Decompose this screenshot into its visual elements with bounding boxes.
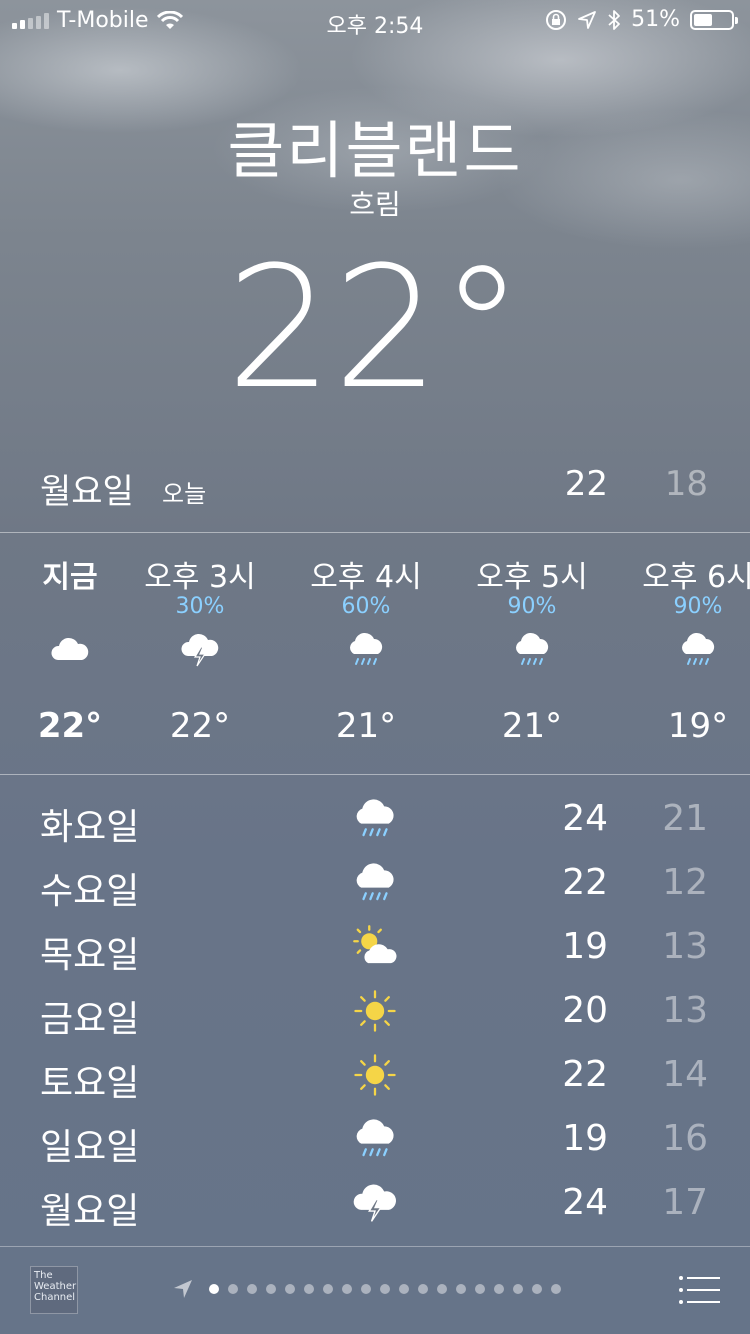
daily-forecast-row: 화요일 24 21 [0,784,750,848]
daily-day: 일요일 [40,1127,140,1168]
hourly-temp: 22° [37,706,103,746]
thunderstorm-icon [352,1180,398,1226]
page-dot[interactable] [228,1284,238,1294]
page-dot[interactable] [266,1284,276,1294]
daily-low: 17 [662,1182,708,1223]
hourly-temp: 22° [169,706,231,746]
hourly-time: 오후 3시 [144,560,256,595]
page-dot[interactable] [532,1284,542,1294]
hourly-time: 오후 6시 [642,560,750,595]
daily-day: 화요일 [40,807,140,848]
daily-low: 14 [662,1054,708,1095]
sun-icon [352,988,398,1034]
daily-low: 12 [662,862,708,903]
page-dot[interactable] [494,1284,504,1294]
location-arrow-icon [174,1280,192,1298]
daily-forecast-list[interactable]: 화요일 24 21 수요일 22 12 목요일 19 13 금요일 20 13 토요일 22 14 일요일 19… [0,776,750,1246]
daily-high: 24 [562,798,608,839]
battery-icon [690,9,738,30]
daily-high: 20 [562,990,608,1031]
bottom-toolbar: The Weather Channel [0,1248,750,1334]
page-dot[interactable] [418,1284,428,1294]
hourly-precip-chance: 30% [175,594,225,619]
page-dot[interactable] [285,1284,295,1294]
weather-channel-logo[interactable]: The Weather Channel [30,1266,78,1314]
current-temperature: 22° [226,230,524,426]
daily-forecast-row: 수요일 22 12 [0,848,750,912]
rain-icon [512,630,552,670]
rain-icon [352,860,398,906]
rotation-lock-icon [546,9,567,30]
hourly-time: 오후 5시 [476,560,588,595]
page-indicator[interactable] [172,1278,561,1300]
daily-high: 24 [562,1182,608,1223]
daily-high: 19 [562,1118,608,1159]
daily-day: 금요일 [40,999,140,1040]
divider [0,532,750,533]
hourly-precip-chance: 60% [341,594,391,619]
today-summary-row: 월요일 오늘 22 18 [0,460,750,520]
hourly-forecast-scroller[interactable]: 지금 22° 오후 3시 30% 22° 오후 4시 60% 21° 오후 5시 90% 21° 오후… [0,534,750,774]
hourly-temp: 21° [335,706,397,746]
page-dot[interactable] [437,1284,447,1294]
today-high: 22 [564,464,608,504]
hourly-temp: 19° [667,706,729,746]
page-dot[interactable] [475,1284,485,1294]
daily-low: 21 [662,798,708,839]
hourly-precip-chance: 90% [673,594,723,619]
daily-day: 목요일 [40,935,140,976]
divider [0,774,750,775]
daily-forecast-row: 금요일 20 13 [0,976,750,1040]
weather-condition: 흐림 [349,188,401,221]
daily-day: 토요일 [40,1063,140,1104]
page-dot[interactable] [304,1284,314,1294]
hourly-temp: 21° [501,706,563,746]
daily-high: 22 [562,1054,608,1095]
hourly-time: 지금 [42,560,98,595]
rain-icon [346,630,386,670]
bluetooth-icon [608,9,620,30]
today-label: 오늘 [162,480,207,508]
city-name: 클리블랜드 [227,114,523,187]
daily-forecast-row: 월요일 24 17 [0,1168,750,1232]
rain-icon [352,1116,398,1162]
page-dot[interactable] [380,1284,390,1294]
page-dot[interactable] [342,1284,352,1294]
daily-day: 월요일 [40,1191,140,1232]
daily-high: 22 [562,862,608,903]
daily-low: 13 [662,926,708,967]
page-dot[interactable] [399,1284,409,1294]
location-arrow-icon [578,10,596,29]
daily-forecast-row: 토요일 22 14 [0,1040,750,1104]
daily-low: 13 [662,990,708,1031]
page-dot[interactable] [209,1284,219,1294]
city-list-icon[interactable] [678,1274,720,1306]
today-day: 월요일 [40,472,134,512]
daily-day: 수요일 [40,871,140,912]
cloud-icon [50,630,90,670]
page-dot[interactable] [323,1284,333,1294]
sun-icon [352,1052,398,1098]
hourly-time: 오후 4시 [310,560,422,595]
divider [0,1246,750,1247]
rain-icon [352,796,398,842]
status-bar: T-Mobile 오후 2:54 51% [0,0,750,40]
daily-forecast-row: 목요일 19 13 [0,912,750,976]
battery-percent: 51% [631,7,680,32]
partly-sunny-icon [352,924,398,970]
page-dot[interactable] [247,1284,257,1294]
rain-icon [678,630,718,670]
page-dot[interactable] [456,1284,466,1294]
page-dot[interactable] [361,1284,371,1294]
daily-high: 19 [562,926,608,967]
today-low: 18 [664,464,708,504]
page-dot[interactable] [513,1284,523,1294]
hourly-precip-chance: 90% [507,594,557,619]
daily-forecast-row: 일요일 19 16 [0,1104,750,1168]
page-dot[interactable] [551,1284,561,1294]
daily-low: 16 [662,1118,708,1159]
thunderstorm-icon [180,630,220,670]
